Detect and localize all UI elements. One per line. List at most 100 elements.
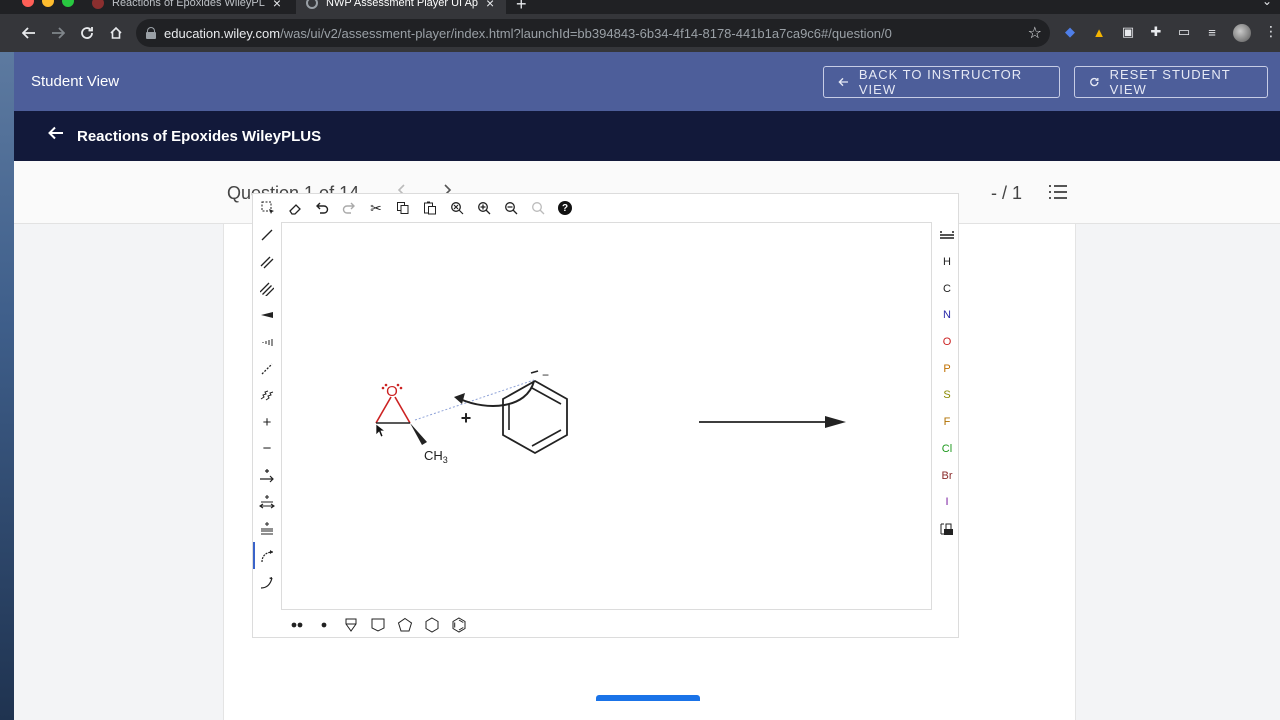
new-tab-button[interactable]: + — [516, 0, 527, 14]
tab-favicon — [92, 0, 104, 9]
reload-button[interactable] — [73, 19, 101, 47]
element-n-button[interactable]: N — [934, 302, 960, 329]
element-br-button[interactable]: Br — [934, 462, 960, 489]
redo-icon[interactable] — [339, 198, 359, 218]
extension-icon-1[interactable]: ◆ — [1062, 24, 1078, 40]
eraser-icon[interactable] — [285, 198, 305, 218]
reading-list-icon[interactable]: ≡ — [1204, 24, 1220, 40]
tab-search-icon[interactable]: ⌄ — [1262, 0, 1272, 8]
wavy-bond-icon[interactable] — [253, 382, 281, 409]
paste-icon[interactable] — [420, 198, 440, 218]
arrow-left-icon — [48, 126, 63, 140]
plus-charge-icon[interactable]: + — [253, 409, 281, 436]
element-p-button[interactable]: P — [934, 355, 960, 382]
cyclopropane-template-icon[interactable] — [341, 616, 360, 635]
maximize-window-button[interactable] — [62, 0, 74, 7]
lone-pair-dot — [384, 383, 388, 387]
reaction-arrow-icon[interactable] — [253, 462, 281, 489]
single-bond-icon[interactable] — [253, 222, 281, 249]
close-tab-icon[interactable]: × — [273, 0, 281, 11]
address-bar[interactable]: education.wiley.com/was/ui/v2/assessment… — [136, 19, 1050, 47]
forward-button[interactable] — [44, 19, 72, 47]
triple-bond-icon[interactable] — [253, 275, 281, 302]
element-o-button[interactable]: O — [934, 329, 960, 356]
submit-button-edge[interactable] — [596, 695, 700, 701]
wedge-bond-icon[interactable] — [253, 302, 281, 329]
question-list-icon[interactable] — [1049, 185, 1067, 201]
select-tool-icon[interactable] — [258, 198, 278, 218]
back-to-instructor-button[interactable]: BACK TO INSTRUCTOR VIEW — [823, 66, 1060, 98]
lone-pair-bar — [530, 370, 539, 374]
cyclohexane-template-icon[interactable] — [422, 616, 441, 635]
browser-tab-1[interactable]: Reactions of Epoxides WileyPL × — [82, 0, 292, 14]
element-cl-button[interactable]: Cl — [934, 436, 960, 463]
back-to-instructor-label: BACK TO INSTRUCTOR VIEW — [858, 67, 1023, 97]
chem-editor-frame: ✂ ? + − H C N O P S F Cl Br I O CH3 + − — [252, 193, 959, 638]
element-f-button[interactable]: F — [934, 409, 960, 436]
chem-editor: ✂ ? + − H C N O P S F Cl Br I O CH3 + − — [236, 183, 1016, 653]
reset-student-view-button[interactable]: RESET STUDENT VIEW — [1074, 66, 1268, 98]
bookmark-star-icon[interactable]: ☆ — [1028, 23, 1042, 43]
cyclopentane-template-icon[interactable] — [395, 616, 414, 635]
editor-bottom-toolbar — [281, 612, 468, 638]
help-icon: ? — [558, 201, 572, 215]
methyl-wedge-bond — [410, 423, 427, 445]
equilibrium-arrow-icon[interactable] — [253, 516, 281, 543]
cyclobutane-template-icon[interactable] — [368, 616, 387, 635]
benzene-template-icon[interactable] — [449, 616, 468, 635]
element-palette: H C N O P S F Cl Br I — [934, 222, 960, 542]
arrow-right-icon — [52, 27, 65, 39]
puzzle-extensions-icon[interactable]: ✚ — [1148, 24, 1164, 40]
home-button[interactable] — [102, 19, 130, 47]
curved-arrow — [459, 380, 535, 407]
carbanion-charge: − — [542, 368, 549, 382]
browser-toolbar: education.wiley.com/was/ui/v2/assessment… — [0, 14, 1280, 52]
element-h-button[interactable]: H — [934, 249, 960, 276]
reaction-drawing: O CH3 + − — [375, 368, 846, 465]
hash-bond-icon[interactable] — [253, 329, 281, 356]
element-i-button[interactable]: I — [934, 489, 960, 516]
zoom-in-icon[interactable] — [474, 198, 494, 218]
electron-pair-arrow-icon[interactable] — [253, 542, 281, 569]
profile-avatar[interactable] — [1233, 24, 1251, 42]
template-library-icon[interactable] — [934, 516, 960, 543]
element-c-button[interactable]: C — [934, 275, 960, 302]
double-bond-icon[interactable] — [253, 249, 281, 276]
element-s-button[interactable]: S — [934, 382, 960, 409]
zoom-reset-icon[interactable] — [528, 198, 548, 218]
close-tab-icon[interactable]: × — [486, 0, 494, 11]
lone-pair-dot — [381, 386, 385, 390]
periodic-table-icon[interactable] — [934, 222, 960, 249]
plus-sign: + — [461, 408, 472, 428]
back-arrow-button[interactable] — [48, 125, 64, 146]
copy-icon[interactable] — [393, 198, 413, 218]
dashed-bond-icon[interactable] — [253, 355, 281, 382]
bond-hint-line — [414, 379, 535, 421]
cut-icon[interactable]: ✂ — [366, 198, 386, 218]
lone-pair-dot — [399, 386, 403, 390]
tab-title: NWP Assessment Player UI Ap — [326, 0, 479, 9]
extension-icon-3[interactable]: ▣ — [1120, 24, 1136, 40]
browser-tab-strip: Reactions of Epoxides WileyPL × NWP Asse… — [0, 0, 1280, 14]
undo-icon[interactable] — [312, 198, 332, 218]
zoom-out-icon[interactable] — [501, 198, 521, 218]
drawing-canvas[interactable]: O CH3 + − — [281, 222, 932, 610]
reset-icon — [1090, 77, 1099, 87]
browser-tab-2[interactable]: NWP Assessment Player UI Ap × — [296, 0, 506, 14]
help-button[interactable]: ? — [555, 198, 575, 218]
minus-charge-icon[interactable]: − — [253, 436, 281, 463]
resonance-arrow-icon[interactable] — [253, 489, 281, 516]
close-window-button[interactable] — [22, 0, 34, 7]
single-electron-arrow-icon[interactable] — [253, 569, 281, 596]
lone-pair-tool-icon[interactable] — [287, 616, 306, 635]
drive-icon[interactable]: ▲ — [1091, 24, 1107, 40]
browser-menu-icon[interactable]: ⋮ — [1264, 23, 1278, 40]
oxygen-atom-label: O — [386, 383, 398, 400]
back-button[interactable] — [15, 19, 43, 47]
radical-tool-icon[interactable] — [314, 616, 333, 635]
cast-icon[interactable]: ▭ — [1176, 24, 1192, 40]
student-view-bar: Student View BACK TO INSTRUCTOR VIEW RES… — [14, 52, 1280, 111]
zoom-fit-icon[interactable] — [447, 198, 467, 218]
minimize-window-button[interactable] — [42, 0, 54, 7]
benzene-double-bond — [531, 387, 562, 405]
